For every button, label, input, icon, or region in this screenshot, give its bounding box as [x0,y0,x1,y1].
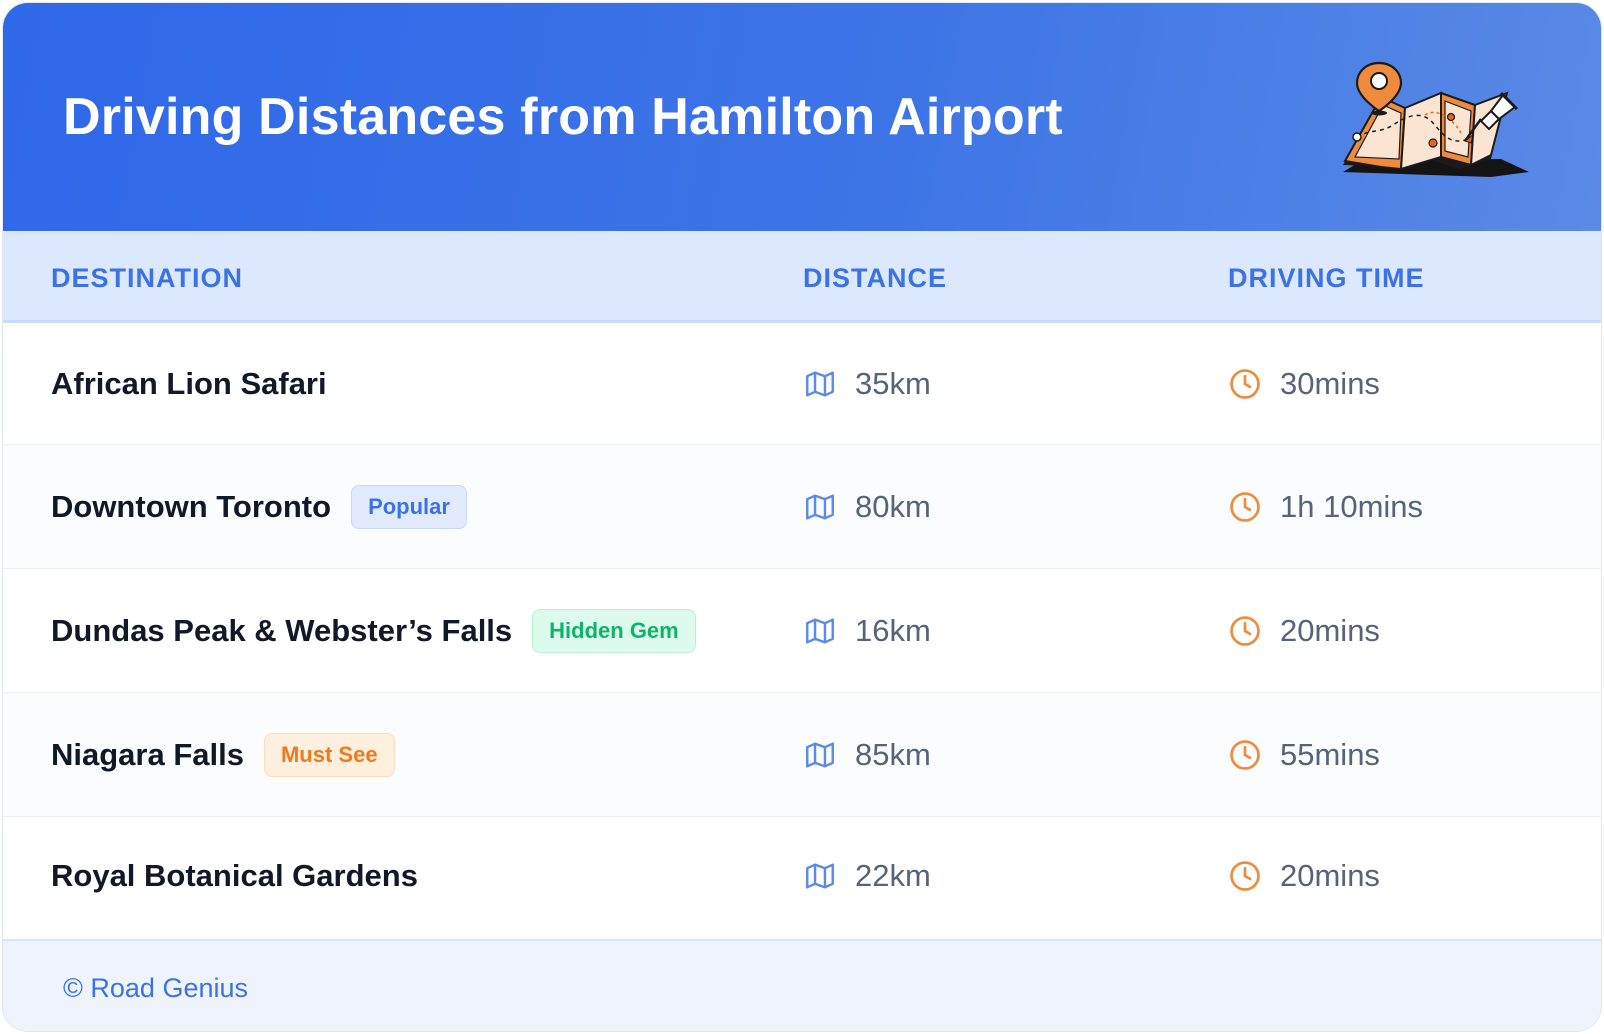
table-row: African Lion Safari 35km 30mins [3,323,1601,445]
clock-icon [1230,491,1260,522]
clock-icon [1230,368,1260,399]
column-header-distance: DISTANCE [803,263,948,293]
distance-value: 35km [855,365,931,401]
map-icon [806,493,834,520]
map-with-pins-icon [1343,61,1529,177]
distance-cell: 80km [803,445,931,568]
distance-cell: 35km [803,323,931,444]
clock-icon [1230,615,1260,646]
distance-value: 85km [855,736,931,772]
time-value: 1h 10mins [1280,488,1424,524]
table-row: Royal Botanical Gardens 22km 20mins [3,817,1601,935]
popular-badge: Popular [351,484,467,529]
destination-cell: African Lion Safari [51,323,327,444]
hidden-gem-badge: Hidden Gem [532,608,696,653]
distance-value: 22km [855,858,931,893]
distance-cell: 85km [803,693,931,816]
destination-cell: Royal Botanical Gardens [51,817,418,935]
destination-name: Niagara Falls [51,736,244,772]
page-title: Driving Distances from Hamilton Airport [63,88,1063,146]
map-icon [806,370,834,397]
table-row: Dundas Peak & Webster’s Falls Hidden Gem… [3,569,1601,693]
time-value: 20mins [1280,612,1380,648]
destination-cell: Niagara Falls Must See [51,693,395,816]
time-value: 20mins [1280,858,1380,893]
time-cell: 55mins [1228,693,1380,816]
destination-name: African Lion Safari [51,365,327,401]
table-header: DESTINATION DISTANCE DRIVING TIME [3,231,1601,323]
column-header-driving-time: DRIVING TIME [1228,263,1425,293]
distance-card: Driving Distances from Hamilton Airport [2,2,1602,1032]
destination-name: Downtown Toronto [51,488,332,524]
time-cell: 20mins [1228,817,1380,935]
map-icon [806,741,834,768]
card-footer: © Road Genius [3,939,1601,1031]
clock-icon [1230,861,1260,891]
table-row: Niagara Falls Must See 85km 55mins [3,693,1601,817]
time-cell: 30mins [1228,323,1380,444]
distance-cell: 22km [803,817,931,935]
time-cell: 1h 10mins [1228,445,1423,568]
distance-value: 16km [855,612,931,648]
column-header-destination: DESTINATION [51,263,243,293]
copyright-text: © Road Genius [63,973,248,1003]
map-icon [806,617,834,644]
time-value: 55mins [1280,736,1380,772]
table-body: African Lion Safari 35km 30mins Downtown… [3,323,1601,935]
destination-name: Royal Botanical Gardens [51,858,418,893]
clock-icon [1230,739,1260,770]
must-see-badge: Must See [263,732,395,777]
distance-value: 80km [855,488,931,524]
time-value: 30mins [1280,365,1380,401]
card-header: Driving Distances from Hamilton Airport [3,3,1601,231]
destination-name: Dundas Peak & Webster’s Falls [51,612,513,648]
map-icon [806,863,834,889]
destination-cell: Dundas Peak & Webster’s Falls Hidden Gem [51,569,696,692]
table-row: Downtown Toronto Popular 80km 1h 10mins [3,445,1601,569]
distance-cell: 16km [803,569,931,692]
destination-cell: Downtown Toronto Popular [51,445,467,568]
time-cell: 20mins [1228,569,1380,692]
